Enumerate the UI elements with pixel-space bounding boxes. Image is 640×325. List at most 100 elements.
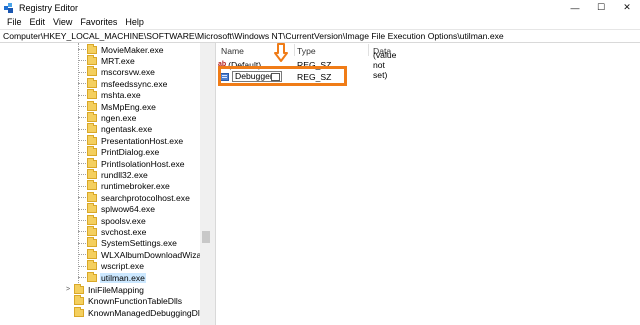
window-title: Registry Editor (19, 2, 79, 13)
address-bar[interactable]: Computer\HKEY_LOCAL_MACHINE\SOFTWARE\Mic… (0, 29, 640, 43)
annotation-highlight (218, 66, 347, 86)
tree-item[interactable]: KnownManagedDebuggingDlls (64, 306, 207, 318)
folder-icon (87, 225, 97, 236)
tree-item[interactable]: mshta.exe (78, 89, 142, 101)
tree-connector (78, 220, 86, 221)
tree-connector (78, 163, 86, 164)
folder-icon (87, 134, 97, 145)
tree-item-label: msfeedssync.exe (101, 78, 168, 89)
tree-item[interactable]: MsMpEng.exe (78, 100, 157, 112)
tree-connector (78, 94, 86, 96)
tree-item-selected[interactable]: utilman.exe (78, 271, 146, 283)
tree-item-label: mshta.exe (101, 90, 141, 101)
folder-icon (87, 214, 97, 225)
menu-help[interactable]: Help (121, 17, 148, 27)
tree-scroll-thumb[interactable] (202, 231, 210, 243)
folder-icon (87, 123, 97, 134)
tree-connector (78, 185, 86, 187)
menu-bar: File Edit View Favorites Help (0, 15, 640, 29)
tree-item[interactable]: KnownFunctionTableDlls (64, 295, 183, 307)
minimize-button[interactable]: — (562, 0, 588, 15)
tree-connector (78, 151, 86, 153)
folder-icon (87, 168, 97, 179)
tree-item-label: MovieMaker.exe (101, 44, 164, 55)
folder-icon (87, 100, 97, 111)
folder-icon (87, 111, 97, 122)
folder-icon (87, 77, 97, 88)
tree-connector (78, 106, 86, 107)
column-separator[interactable] (294, 44, 295, 56)
tree-scrollbar[interactable] (200, 43, 212, 325)
tree-item-label: ngen.exe (101, 112, 137, 123)
tree-item-label: WLXAlbumDownloadWizard.ex (101, 249, 212, 260)
column-separator[interactable] (368, 44, 369, 56)
tree-item[interactable]: wscript.exe (78, 260, 145, 272)
tree-connector (78, 208, 86, 210)
key-tree[interactable]: MovieMaker.exe MRT.exe mscorsvw.exe msfeeds… (0, 43, 212, 325)
tree-item[interactable]: > IniFileMapping (64, 283, 145, 295)
expand-chevron-icon[interactable]: > (64, 286, 72, 293)
tree-connector (78, 231, 86, 233)
tree-item[interactable]: MRT.exe (78, 54, 136, 66)
tree-connector (78, 83, 86, 85)
folder-icon (87, 260, 97, 271)
tree-item[interactable]: ngentask.exe (78, 123, 153, 135)
tree-item[interactable]: ngen.exe (78, 111, 137, 123)
folder-icon (87, 180, 97, 191)
tree-item[interactable]: msfeedssync.exe (78, 77, 168, 89)
tree-item[interactable]: splwow64.exe (78, 203, 156, 215)
tree-item-label: ngentask.exe (101, 124, 153, 135)
folder-icon (87, 191, 97, 202)
tree-connector (78, 128, 86, 130)
tree-item-label: PrintDialog.exe (101, 147, 160, 158)
annotation-arrow-icon (274, 43, 288, 62)
tree-connector (78, 197, 86, 199)
tree-item[interactable]: svchost.exe (78, 225, 147, 237)
tree-item[interactable]: WLXAlbumDownloadWizard.ex (78, 248, 212, 260)
tree-item-label: wscript.exe (101, 261, 144, 272)
tree-item[interactable]: rundll32.exe (78, 168, 149, 180)
tree-item-label: MsMpEng.exe (101, 101, 156, 112)
folder-icon (87, 54, 97, 65)
tree-item-label: mscorsvw.exe (101, 67, 155, 78)
folder-icon (87, 89, 97, 100)
tree-item-label: PresentationHost.exe (101, 135, 184, 146)
maximize-button[interactable]: ☐ (588, 0, 614, 15)
tree-item[interactable]: PrintDialog.exe (78, 146, 160, 158)
tree-item[interactable]: PrintIsolationHost.exe (78, 157, 186, 169)
folder-icon (74, 283, 84, 294)
menu-view[interactable]: View (49, 17, 76, 27)
value-data: (value not set) (373, 49, 397, 80)
tree-item-label: utilman.exe (100, 272, 146, 283)
column-name-header[interactable]: Name (221, 46, 244, 56)
tree-item-label: svchost.exe (101, 226, 147, 237)
folder-icon (87, 248, 97, 259)
tree-item[interactable]: SystemSettings.exe (78, 237, 178, 249)
regedit-icon (4, 2, 14, 13)
tree-connector (78, 265, 86, 267)
close-button[interactable]: ✕ (614, 0, 640, 15)
tree-item-label: splwow64.exe (101, 204, 155, 215)
menu-edit[interactable]: Edit (26, 17, 50, 27)
folder-icon (74, 295, 84, 306)
tree-item[interactable]: spoolsv.exe (78, 214, 147, 226)
menu-file[interactable]: File (3, 17, 26, 27)
folder-icon (87, 203, 97, 214)
folder-icon (87, 237, 97, 248)
tree-connector (78, 71, 86, 73)
tree-connector (78, 254, 86, 256)
menu-favorites[interactable]: Favorites (76, 17, 121, 27)
folder-icon (87, 271, 97, 282)
tree-item[interactable]: searchprotocolhost.exe (78, 191, 191, 203)
tree-item[interactable]: runtimebroker.exe (78, 180, 171, 192)
tree-item-label: runtimebroker.exe (101, 181, 170, 192)
tree-connector (78, 117, 86, 119)
tree-connector (78, 140, 86, 142)
address-path: Computer\HKEY_LOCAL_MACHINE\SOFTWARE\Mic… (3, 31, 504, 41)
tree-connector (78, 242, 86, 244)
tree-connector (78, 174, 86, 176)
column-type-header[interactable]: Type (297, 46, 316, 56)
tree-item[interactable]: mscorsvw.exe (78, 66, 156, 78)
tree-item[interactable]: MovieMaker.exe (78, 43, 165, 55)
tree-item[interactable]: PresentationHost.exe (78, 134, 184, 146)
